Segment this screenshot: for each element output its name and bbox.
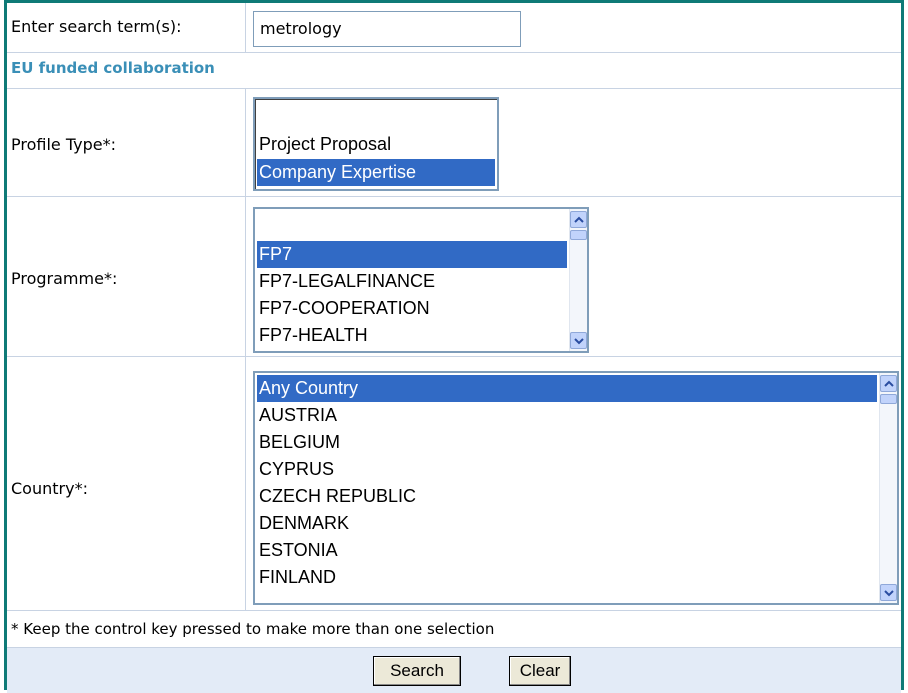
- column-divider: [245, 3, 246, 53]
- listbox-option[interactable]: FP7-HEALTH: [257, 322, 567, 349]
- country-listbox[interactable]: Any Country AUSTRIA BELGIUM CYPRUS CZECH…: [253, 371, 899, 605]
- chevron-up-icon: [884, 380, 894, 387]
- programme-label: Programme*:: [11, 269, 118, 288]
- listbox-option[interactable]: ESTONIA: [257, 537, 877, 564]
- column-divider: [245, 89, 246, 197]
- chevron-down-icon: [884, 590, 894, 597]
- scroll-up-button[interactable]: [880, 375, 897, 392]
- scroll-down-button[interactable]: [880, 584, 897, 601]
- section-row: EU funded collaboration: [7, 53, 901, 89]
- country-label: Country*:: [11, 479, 88, 498]
- listbox-option[interactable]: FINLAND: [257, 564, 877, 591]
- listbox-option[interactable]: Project Proposal: [257, 131, 495, 158]
- listbox-option[interactable]: AUSTRIA: [257, 402, 877, 429]
- scrollbar[interactable]: [879, 373, 897, 603]
- button-bar: Search Clear: [7, 648, 901, 693]
- listbox-option[interactable]: FP7-COOPERATION: [257, 295, 567, 322]
- listbox-option-selected[interactable]: FP7: [257, 241, 567, 268]
- hint-row: * Keep the control key pressed to make m…: [7, 611, 901, 648]
- programme-listbox[interactable]: FP7 FP7-LEGALFINANCE FP7-COOPERATION FP7…: [253, 207, 589, 353]
- scroll-thumb[interactable]: [570, 230, 587, 240]
- listbox-option-selected[interactable]: Company Expertise: [257, 159, 495, 186]
- listbox-option[interactable]: BELGIUM: [257, 429, 877, 456]
- column-divider: [245, 197, 246, 357]
- scroll-thumb[interactable]: [880, 394, 897, 404]
- clear-button[interactable]: Clear: [509, 656, 571, 686]
- listbox-option[interactable]: [257, 101, 495, 128]
- selection-hint: * Keep the control key pressed to make m…: [11, 620, 495, 638]
- chevron-up-icon: [574, 216, 584, 223]
- scroll-down-button[interactable]: [570, 332, 587, 349]
- programme-row: Programme*: FP7 FP7-LEGALFINANCE FP7-COO…: [7, 197, 901, 357]
- search-row: Enter search term(s): metrology: [7, 3, 901, 53]
- listbox-option[interactable]: FP7-LEGALFINANCE: [257, 268, 567, 295]
- listbox-option[interactable]: CZECH REPUBLIC: [257, 483, 877, 510]
- profile-type-listbox[interactable]: Project Proposal Company Expertise: [253, 97, 499, 191]
- column-divider: [245, 357, 246, 611]
- scrollbar[interactable]: [569, 209, 587, 351]
- search-label: Enter search term(s):: [11, 17, 182, 36]
- chevron-down-icon: [574, 338, 584, 345]
- profile-type-row: Profile Type*: Project Proposal Company …: [7, 89, 901, 197]
- listbox-option[interactable]: [257, 211, 567, 238]
- search-form: Enter search term(s): metrology EU funde…: [4, 0, 904, 693]
- section-title: EU funded collaboration: [11, 59, 215, 77]
- listbox-option[interactable]: DENMARK: [257, 510, 877, 537]
- scroll-up-button[interactable]: [570, 211, 587, 228]
- country-row: Country*: Any Country AUSTRIA BELGIUM CY…: [7, 357, 901, 611]
- profile-type-label: Profile Type*:: [11, 135, 116, 154]
- search-button[interactable]: Search: [373, 656, 461, 686]
- listbox-option-selected[interactable]: Any Country: [257, 375, 877, 402]
- listbox-option[interactable]: CYPRUS: [257, 456, 877, 483]
- search-input[interactable]: metrology: [253, 11, 521, 47]
